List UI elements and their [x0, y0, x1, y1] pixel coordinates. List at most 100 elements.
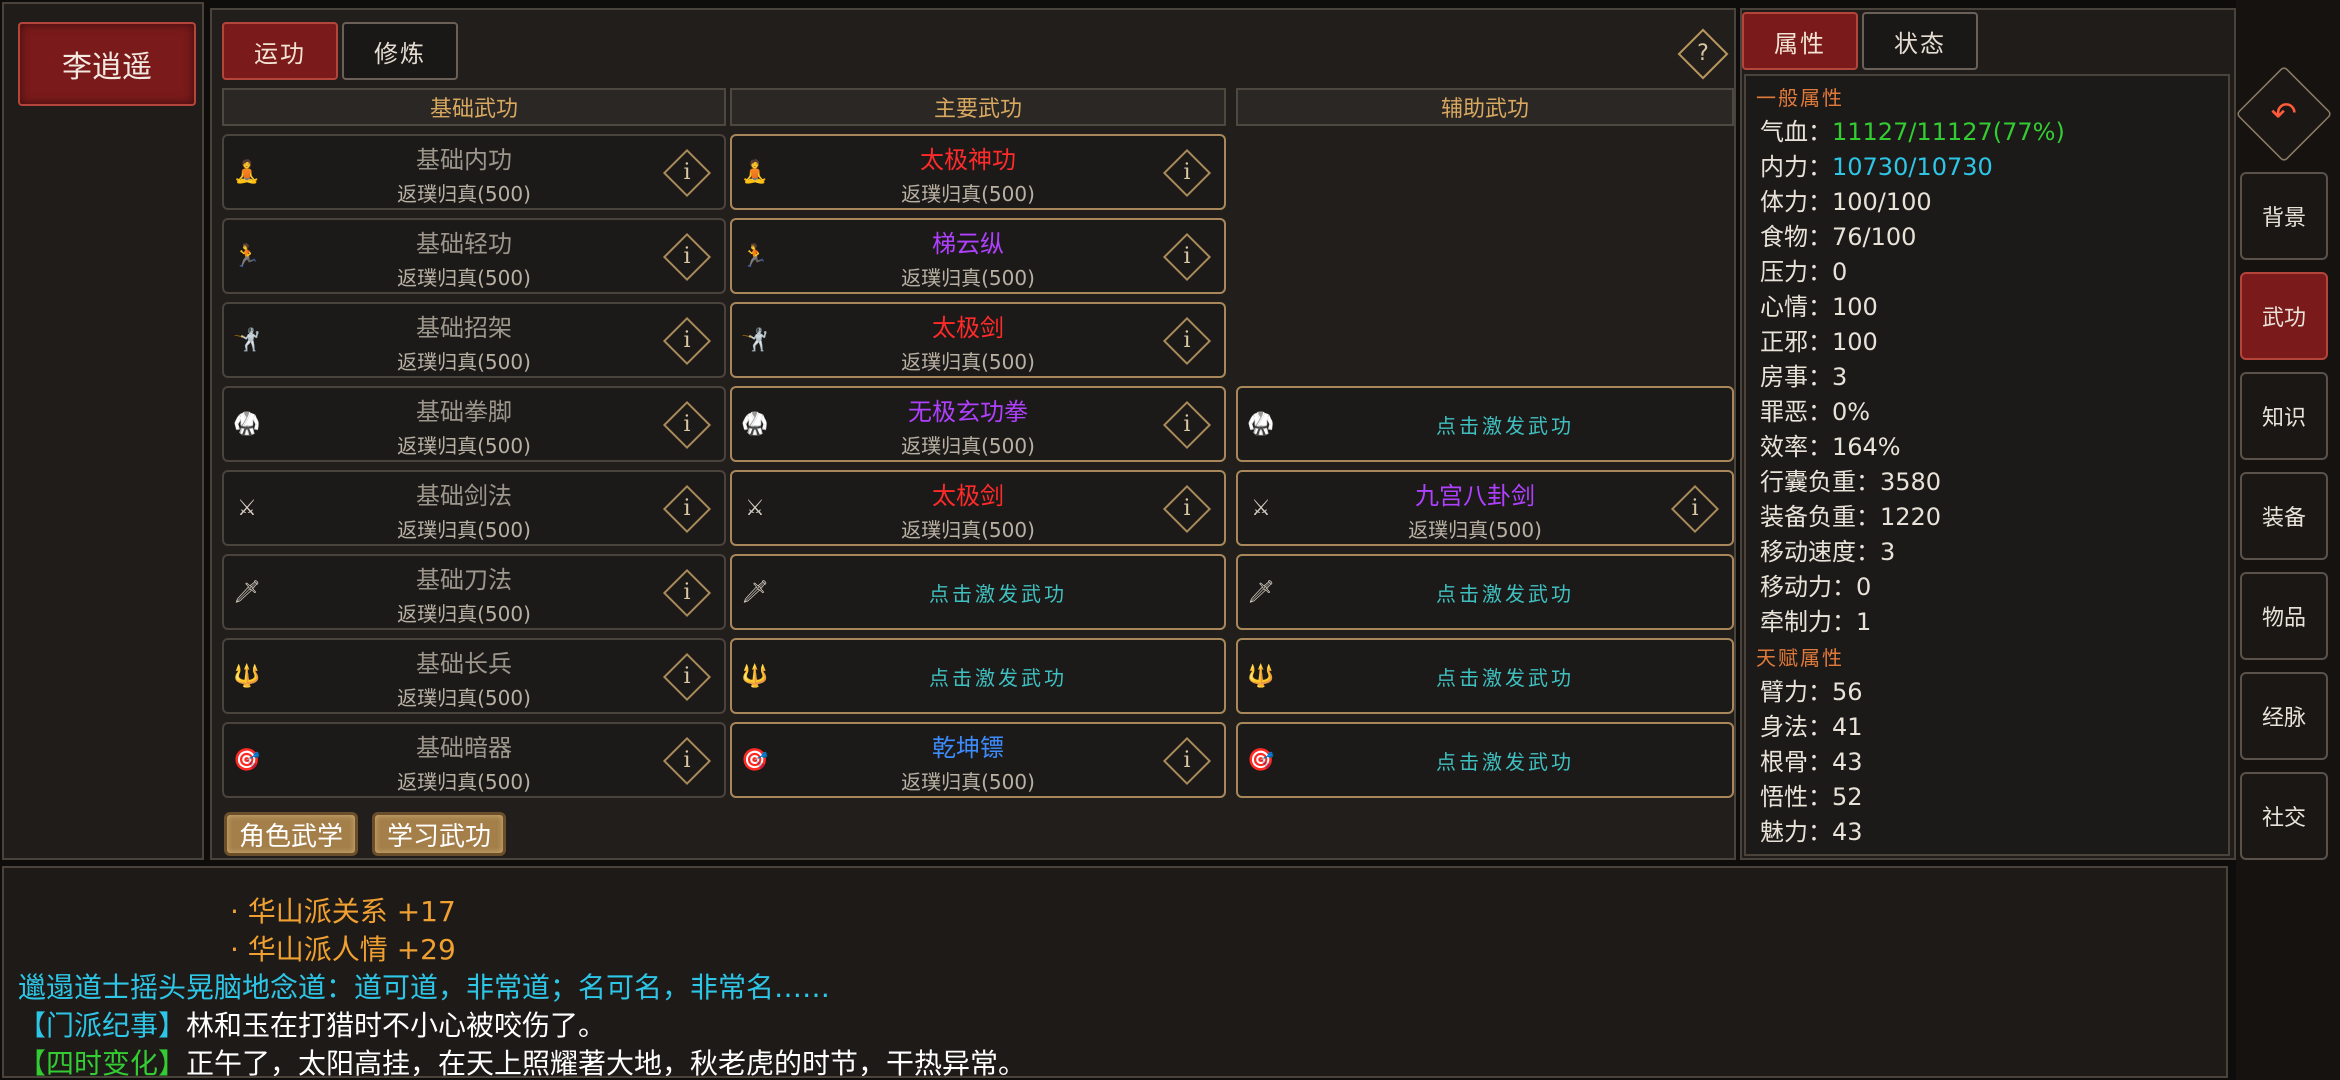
main-skill-slot[interactable]: 🥋 点击激发武功: [1236, 386, 1734, 462]
main-skill-slot[interactable]: 🤺 太极剑 返璞归真(500) i: [730, 302, 1226, 378]
main-skill-slot[interactable]: 🔱 点击激发武功: [730, 638, 1226, 714]
info-icon[interactable]: i: [662, 316, 712, 366]
attribute-row: 食物：76/100: [1760, 217, 1916, 252]
column-header-main: 主要武功: [730, 88, 1226, 126]
info-glyph: i: [1183, 160, 1191, 185]
tab-xiulian[interactable]: 修炼: [342, 22, 458, 80]
attribute-row: 心情：100: [1760, 287, 1878, 322]
main-skill-slot[interactable]: 🔱 点击激发武功: [1236, 638, 1734, 714]
learn-martial-button[interactable]: 学习武功: [372, 812, 506, 856]
basic-skill-slot[interactable]: 🎯 基础暗器 返璞归真(500) i: [222, 722, 726, 798]
talent-row: 身法：41: [1760, 707, 1863, 742]
skill-icon: ⚔: [237, 496, 257, 521]
attribute-value: 3: [1832, 363, 1848, 391]
nav-item-2[interactable]: 武功: [2240, 272, 2328, 360]
attribute-label: 牵制力：: [1760, 608, 1856, 636]
skill-name: 乾坤镖: [932, 734, 1004, 762]
basic-skill-slot[interactable]: 🗡 基础刀法 返璞归真(500) i: [222, 554, 726, 630]
main-skill-slot[interactable]: 🧘 太极神功返璞归真(500) i: [730, 134, 1226, 210]
attribute-row: 正邪：100: [1760, 322, 1878, 357]
log-text: 邋遢道士摇头晃脑地念道：道可道，非常道；名可名，非常名……: [18, 971, 831, 1004]
nav-item-5[interactable]: 物品: [2240, 572, 2328, 660]
info-icon[interactable]: i: [662, 232, 712, 282]
skill-icon: 🧘: [741, 160, 769, 185]
character-martial-button[interactable]: 角色武学: [224, 812, 358, 856]
info-icon[interactable]: i: [662, 652, 712, 702]
activate-skill-label[interactable]: 点击激发武功: [792, 640, 1204, 712]
basic-skill-slot[interactable]: 🏃 基础轻功 返璞归真(500) i: [222, 218, 726, 294]
info-icon[interactable]: i: [1162, 148, 1212, 198]
info-icon[interactable]: i: [662, 400, 712, 450]
basic-skill-slot[interactable]: 🤺 基础招架 返璞归真(500) i: [222, 302, 726, 378]
skill-icon: 🔱: [1247, 664, 1275, 689]
back-button[interactable]: ↶: [2235, 65, 2333, 163]
attribute-label: 体力：: [1760, 188, 1832, 216]
skill-level: 返璞归真(500): [1408, 518, 1542, 542]
info-glyph: i: [1183, 328, 1191, 353]
main-skill-slot[interactable]: ⚔ 九宫八卦剑 返璞归真(500) i: [1236, 470, 1734, 546]
info-icon[interactable]: i: [662, 736, 712, 786]
log-text: · 华山派关系 +17: [230, 895, 456, 928]
info-glyph: i: [1183, 496, 1191, 521]
main-skill-slot[interactable]: 🗡 点击激发武功: [730, 554, 1226, 630]
main-skill-slot[interactable]: 🥋 无极玄功拳 返璞归真(500) i: [730, 386, 1226, 462]
tab-status[interactable]: 状态: [1862, 12, 1978, 70]
info-icon[interactable]: i: [662, 568, 712, 618]
nav-item-3[interactable]: 知识: [2240, 372, 2328, 460]
skill-name: 基础拳脚: [416, 398, 512, 426]
info-icon[interactable]: i: [1162, 232, 1212, 282]
skill-icon: 🎯: [233, 748, 261, 773]
info-icon[interactable]: i: [1670, 484, 1720, 534]
activate-skill-label[interactable]: 点击激发武功: [1298, 556, 1712, 628]
attribute-label: 压力：: [1760, 258, 1832, 286]
main-skill-slot[interactable]: 🎯 点击激发武功: [1236, 722, 1734, 798]
activate-skill-label[interactable]: 点击激发武功: [792, 556, 1204, 628]
main-skill-slot[interactable]: 🏃 梯云纵 返璞归真(500) i: [730, 218, 1226, 294]
activate-skill-label[interactable]: 点击激发武功: [1298, 724, 1712, 796]
main-skill-slot[interactable]: 🎯 乾坤镖 返璞归真(500) i: [730, 722, 1226, 798]
attribute-value: 100: [1832, 293, 1878, 321]
main-skill-slot[interactable]: 🗡 点击激发武功: [1236, 554, 1734, 630]
tab-attributes[interactable]: 属性: [1742, 12, 1858, 70]
attribute-row: 罪恶：0%: [1760, 392, 1870, 427]
info-glyph: i: [1183, 748, 1191, 773]
skill-name: 太极神功: [920, 146, 1016, 174]
side-navigation: ↶ 背景武功知识装备物品经脉社交: [2235, 0, 2340, 1080]
info-icon[interactable]: i: [1162, 316, 1212, 366]
activate-skill-label[interactable]: 点击激发武功: [1298, 388, 1712, 460]
attribute-value: 3: [1880, 538, 1896, 566]
info-icon[interactable]: i: [1162, 484, 1212, 534]
tab-yungong[interactable]: 运功: [222, 22, 338, 80]
basic-skill-slot[interactable]: 🔱 基础长兵 返璞归真(500) i: [222, 638, 726, 714]
log-text: · 华山派人情 +29: [230, 933, 456, 966]
basic-skill-slot[interactable]: 🧘 基础内功 返璞归真(500) i: [222, 134, 726, 210]
info-icon[interactable]: i: [1162, 400, 1212, 450]
attribute-label: 效率：: [1760, 433, 1832, 461]
main-skill-slot[interactable]: ⚔ 太极剑 返璞归真(500) i: [730, 470, 1226, 546]
character-name-button[interactable]: 李逍遥: [18, 22, 196, 106]
back-arrow-icon: ↶: [2270, 96, 2298, 132]
nav-item-4[interactable]: 装备: [2240, 472, 2328, 560]
attribute-label: 装备负重：: [1760, 503, 1880, 531]
log-line: 邋遢道士摇头晃脑地念道：道可道，非常道；名可名，非常名……: [18, 966, 830, 1006]
activate-skill-label[interactable]: 点击激发武功: [1298, 640, 1712, 712]
skill-name: 九宫八卦剑: [1415, 482, 1535, 510]
skill-name: 基础长兵: [416, 650, 512, 678]
basic-skill-slot[interactable]: 🥋 基础拳脚 返璞归真(500) i: [222, 386, 726, 462]
help-icon[interactable]: ?: [1677, 28, 1729, 80]
skill-level: 返璞归真(500): [901, 182, 1035, 206]
log-tag: 【门派纪事】: [18, 1009, 187, 1042]
info-icon[interactable]: i: [1162, 736, 1212, 786]
info-icon[interactable]: i: [662, 148, 712, 198]
nav-item-1[interactable]: 背景: [2240, 172, 2328, 260]
nav-item-6[interactable]: 经脉: [2240, 672, 2328, 760]
skill-name: 基础剑法: [416, 482, 512, 510]
attribute-value: 10730/10730: [1832, 153, 1993, 181]
nav-item-7[interactable]: 社交: [2240, 772, 2328, 860]
attribute-value: 100/100: [1832, 188, 1932, 216]
info-icon[interactable]: i: [662, 484, 712, 534]
attribute-value: 100: [1832, 328, 1878, 356]
attribute-label: 移动力：: [1760, 573, 1856, 601]
attribute-label: 内力：: [1760, 153, 1832, 181]
basic-skill-slot[interactable]: ⚔ 基础剑法 返璞归真(500) i: [222, 470, 726, 546]
